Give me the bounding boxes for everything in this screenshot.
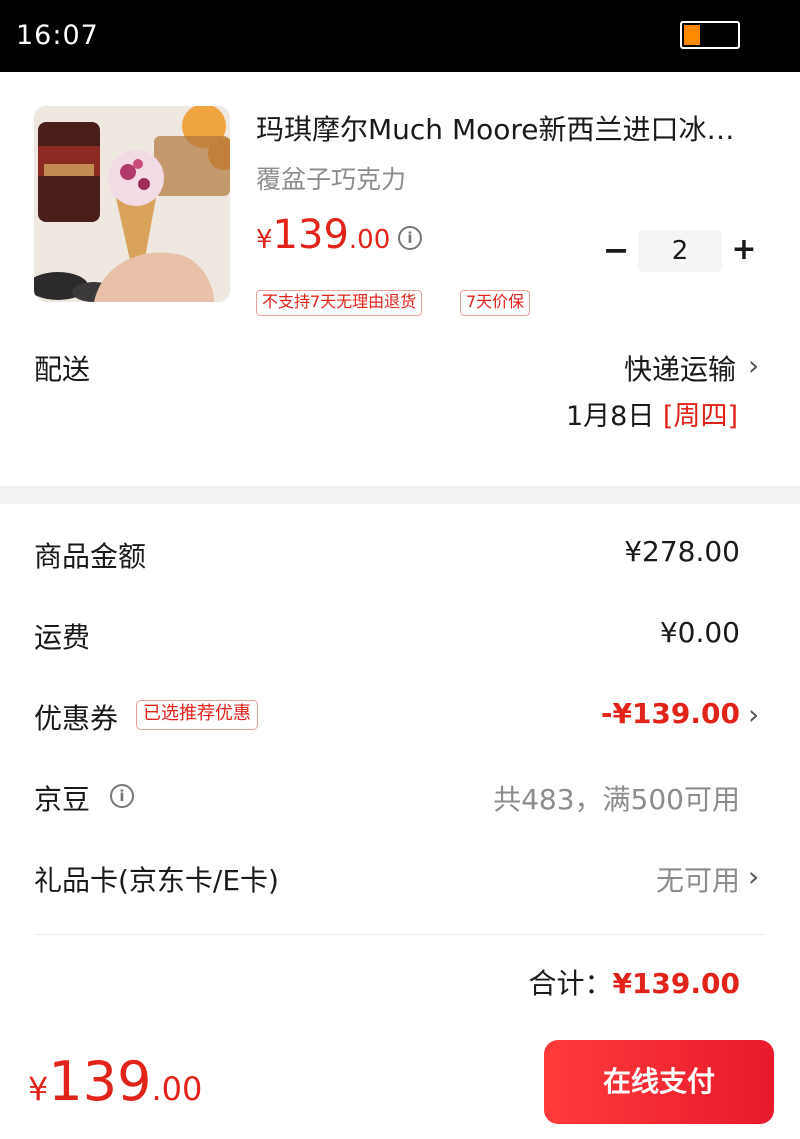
summary-divider [34,934,766,935]
coupon-recommended-tag: 已选推荐优惠 [136,700,258,730]
delivery-method[interactable]: 快递运输 [624,348,736,388]
coupon-chevron-icon[interactable]: › [748,701,764,729]
delivery-label: 配送 [34,353,91,386]
return-policy-tag: 不支持7天无理由退货 [256,290,423,316]
price-decimal: .00 [348,225,391,255]
status-bar: 16:07 [0,0,800,72]
goods-amount-value: ¥278.00 [624,535,740,568]
price-symbol: ¥ [256,225,273,255]
ice-cream-icon [34,106,230,302]
status-time: 16:07 [16,20,99,51]
footer-price-decimal: .00 [151,1070,203,1108]
delivery-chevron-icon[interactable]: › [748,352,764,380]
delivery-weekday: [周四] [662,401,738,432]
product-price: ¥139.00 [256,212,390,258]
footer-price-integer: 139 [48,1050,152,1113]
coupon-label: 优惠券 [34,702,119,735]
total-value: ¥139.00 [612,967,740,1000]
jd-beans-value: 共483，满500可用 [493,783,740,816]
quantity-minus-button[interactable]: − [600,232,632,272]
gift-card-chevron-icon[interactable]: › [748,863,764,891]
price-info-icon[interactable]: i [398,226,422,250]
footer-price: ¥139.00 [28,1050,202,1113]
pay-online-button[interactable]: 在线支付 [544,1040,774,1124]
quantity-plus-button[interactable]: + [728,232,760,272]
coupon-value[interactable]: -¥139.00 [601,697,740,730]
order-total: 合计：¥139.00 [528,962,740,1002]
product-image[interactable] [34,106,230,302]
quantity-input[interactable]: 2 [638,230,722,272]
jd-beans-label: 京豆 [34,783,91,816]
price-integer: 139 [272,212,349,258]
gift-card-value[interactable]: 无可用 [656,859,740,899]
footer-price-symbol: ¥ [28,1070,49,1108]
delivery-date[interactable]: 1月8日 [周四] [566,394,738,433]
product-spec[interactable]: 覆盆子巧克力 [256,160,406,196]
battery-icon [680,21,740,49]
jd-beans-info-icon[interactable]: i [110,784,134,808]
goods-amount-label: 商品金额 [34,540,147,573]
section-divider [0,486,800,504]
product-title[interactable]: 玛琪摩尔Much Moore新西兰进口冰… [256,108,766,148]
shipping-value: ¥0.00 [659,616,740,649]
shipping-label: 运费 [34,621,91,654]
delivery-date-text: 1月8日 [565,401,655,432]
total-label: 合计： [528,967,613,1000]
battery-level [684,25,700,45]
gift-card-label: 礼品卡(京东卡/E卡) [34,864,279,897]
price-protect-tag: 7天价保 [460,290,531,316]
